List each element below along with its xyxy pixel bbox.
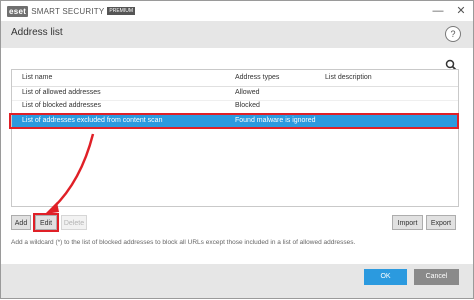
edition-badge: PREMIUM [107, 7, 136, 15]
selected-row-annotation [9, 113, 459, 129]
table-row[interactable]: List of allowed addresses Allowed [12, 87, 458, 101]
delete-button[interactable]: Delete [61, 215, 87, 230]
address-list-window: eset SMART SECURITY PREMIUM — ✕ Address … [0, 0, 474, 299]
row-address-type: Blocked [235, 102, 260, 109]
minimize-icon[interactable]: — [429, 3, 447, 19]
table-header: List name Address types List description [12, 70, 458, 87]
dialog-header: Address list ? [1, 21, 473, 48]
eset-logo: eset SMART SECURITY PREMIUM [7, 5, 136, 17]
wildcard-hint: Add a wildcard (*) to the list of blocke… [11, 239, 356, 246]
address-list-table: List name Address types List description… [11, 69, 459, 207]
import-button[interactable]: Import [392, 215, 423, 230]
product-name: SMART SECURITY [31, 6, 105, 16]
column-header-list-name[interactable]: List name [22, 74, 52, 81]
column-header-address-types[interactable]: Address types [235, 74, 279, 81]
add-button[interactable]: Add [11, 215, 31, 230]
column-header-list-description[interactable]: List description [325, 74, 372, 81]
row-address-type: Allowed [235, 89, 260, 96]
help-icon[interactable]: ? [445, 26, 461, 42]
close-icon[interactable]: ✕ [452, 3, 470, 19]
cancel-button[interactable]: Cancel [414, 269, 459, 285]
page-title: Address list [11, 27, 63, 38]
table-row[interactable]: List of blocked addresses Blocked [12, 100, 458, 114]
title-bar: eset SMART SECURITY PREMIUM — ✕ [1, 1, 473, 21]
row-list-name: List of allowed addresses [22, 89, 101, 96]
edit-button-annotation [33, 213, 59, 232]
logo-mark: eset [7, 5, 29, 17]
ok-button[interactable]: OK [364, 269, 407, 285]
export-button[interactable]: Export [426, 215, 456, 230]
row-list-name: List of blocked addresses [22, 102, 101, 109]
